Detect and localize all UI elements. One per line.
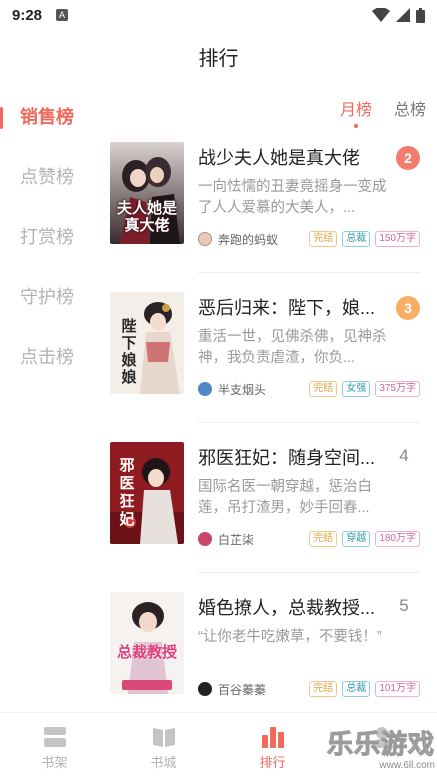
sidebar-item-tips[interactable]: 打赏榜 [0,210,96,270]
book-description: 重活一世，见佛杀佛，见神杀神，我负责虐渣，你负... [198,329,387,366]
book-meta: 半支烟头 完结 女强 375万字 [198,380,420,398]
status-icons [372,7,425,23]
period-tabs: 月榜 总榜 [329,96,437,128]
genre-tag: 总裁 [342,681,371,697]
book-author: 半支烟头 [218,382,267,397]
nav-bookshelf-label: 书架 [41,755,68,770]
watermark-text: 乐乐游戏 [326,730,435,761]
page-title: 排行 [198,48,239,70]
book-ranking-list: 夫人她是真大佬 战少夫人她是真大佬 一向怯懦的丑妻竟摇身一变成了人人爱慕的大美人… [110,138,420,712]
status-tag: 完结 [309,231,338,247]
genre-tag: 穿越 [342,531,371,547]
cover-title-art: 邪医狂妃 [119,456,135,528]
genre-tag: 总裁 [342,231,371,247]
status-tag: 完结 [309,681,338,697]
divider [198,422,420,423]
notification-icon: A [56,9,69,21]
author-avatar [198,682,212,696]
book-author: 奔跑的蚂蚁 [218,232,279,247]
author-avatar [198,532,212,546]
book-cover: 邪医狂妃 [110,442,184,544]
nav-ranking[interactable]: 排行 [218,713,327,776]
divider [198,272,420,273]
nav-ranking-label: 排行 [259,755,286,770]
book-description: “让你老牛吃嫩草，不要钱！” [198,629,382,645]
bookshelf-icon [43,727,66,747]
active-tab-indicator [354,124,358,128]
battery-icon [416,7,425,23]
cover-title-art: 夫人她是真大佬 [116,199,177,234]
book-author: 百谷蓁蓁 [218,682,267,697]
tab-total-label: 总榜 [393,102,426,119]
book-title: 战少夫人她是真大佬 [198,148,360,168]
book-description: 一向怯懦的丑妻竟摇身一变成了人人爱慕的大美人，... [198,179,387,216]
signal-icon [396,8,410,22]
status-bar: 9:28 A [0,0,437,30]
nav-bookshelf[interactable]: 书架 [0,713,109,776]
book-list-item[interactable]: 总裁教授 婚色撩人，总裁教授... “让你老牛吃嫩草，不要钱！” 百谷蓁蓁 完结… [110,592,420,712]
rank-number: 5 [399,596,409,615]
tab-monthly-label: 月榜 [339,102,372,119]
book-open-icon [152,728,175,747]
ranking-icon [261,727,284,748]
book-meta: 奔跑的蚂蚁 完结 总裁 150万字 [198,230,420,248]
sidebar-item-likes[interactable]: 点赞榜 [0,150,96,210]
cover-title-art: 陛下娘娘 [121,317,137,386]
status-time: 9:28 [12,6,43,24]
rank-number: 4 [399,446,409,465]
author-avatar [198,382,212,396]
status-tag: 完结 [309,381,338,397]
book-cover: 陛下娘娘 [110,292,184,394]
rank-badge: 3 [396,296,420,320]
book-meta: 百谷蓁蓁 完结 总裁 101万字 [198,680,420,698]
wifi-icon [372,8,390,22]
book-list-item[interactable]: 邪医狂妃 邪医狂妃：随身空间... 国际名医一朝穿越，惩治白莲，吊打渣男，妙手回… [110,442,420,592]
ranking-category-sidebar: 销售榜 点赞榜 打赏榜 守护榜 点击榜 [0,90,96,390]
book-title: 婚色撩人，总裁教授... [198,598,376,618]
word-count-tag: 375万字 [375,381,420,397]
book-list-item[interactable]: 夫人她是真大佬 战少夫人她是真大佬 一向怯懦的丑妻竟摇身一变成了人人爱慕的大美人… [110,142,420,292]
cover-title-art: 总裁教授 [116,643,177,661]
book-meta: 白芷柒 完结 穿越 180万字 [198,530,420,548]
book-cover: 总裁教授 [110,592,184,694]
book-title: 邪医狂妃：随身空间... [198,448,376,468]
status-tag: 完结 [309,531,338,547]
divider [198,572,420,573]
book-title: 恶后归来：陛下，娘... [198,298,376,318]
sidebar-item-sales[interactable]: 销售榜 [0,90,96,150]
genre-tag: 女强 [342,381,371,397]
sidebar-item-guardians[interactable]: 守护榜 [0,270,96,330]
word-count-tag: 101万字 [375,681,420,697]
watermark-url: www.6ll.com [379,760,435,771]
word-count-tag: 150万字 [375,231,420,247]
word-count-tag: 180万字 [375,531,420,547]
book-author: 白芷柒 [218,532,255,547]
author-avatar [198,232,212,246]
book-list-item[interactable]: 陛下娘娘 恶后归来：陛下，娘... 重活一世，见佛杀佛，见神杀神，我负责虐渣，你… [110,292,420,442]
book-description: 国际名医一朝穿越，惩治白莲，吊打渣男，妙手回春... [198,479,372,516]
tab-monthly[interactable]: 月榜 [329,96,383,128]
tab-total[interactable]: 总榜 [383,96,437,128]
sidebar-item-clicks[interactable]: 点击榜 [0,330,96,390]
nav-bookstore-label: 书城 [150,755,177,770]
rank-badge: 2 [396,146,420,170]
site-watermark-logo: 乐乐游戏 www.6ll.com [317,730,435,774]
nav-bookstore[interactable]: 书城 [109,713,218,776]
book-cover: 夫人她是真大佬 [110,142,184,244]
